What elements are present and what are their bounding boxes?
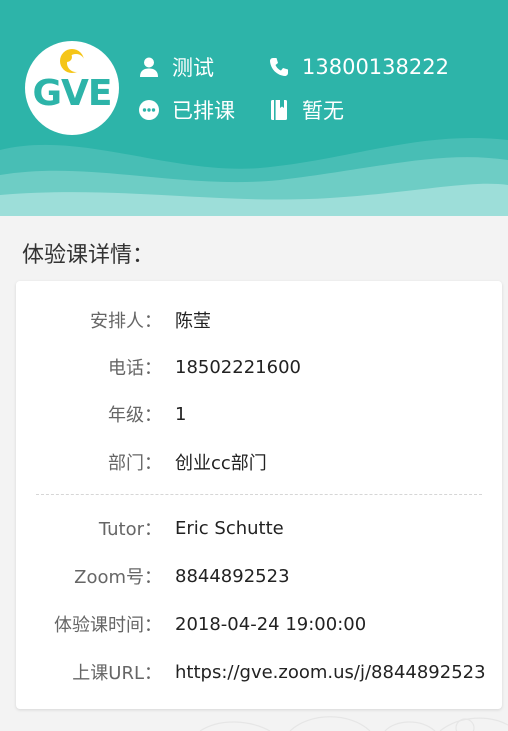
detail-row-class-url: 上课URL： https://gve.zoom.us/j/8844892523 <box>16 657 502 687</box>
detail-label: Zoom号： <box>74 567 162 588</box>
detail-row-tutor: Tutor： Eric Schutte <box>16 513 502 543</box>
detail-value: 2018-04-24 19:00:00 <box>175 613 367 635</box>
detail-label: 部门： <box>108 453 162 474</box>
detail-value: Eric Schutte <box>175 517 284 539</box>
detail-row-grade: 年级： 1 <box>16 399 502 429</box>
detail-value: 陈莹 <box>175 311 211 332</box>
section-title: 体验课详情： <box>22 243 155 268</box>
detail-label: Tutor： <box>98 519 162 540</box>
course-book: 暂无 <box>268 95 344 125</box>
detail-row-department: 部门： 创业cc部门 <box>16 447 502 477</box>
detail-label: 电话： <box>108 358 162 379</box>
schedule-status: 已排课 <box>138 95 235 125</box>
detail-value: 创业cc部门 <box>175 453 267 474</box>
section-divider <box>36 494 482 495</box>
logo-text: GVE <box>32 73 112 114</box>
detail-label: 上课URL： <box>72 663 162 684</box>
detail-value: 8844892523 <box>175 565 290 587</box>
course-book-text: 暂无 <box>302 99 344 123</box>
background-decoration <box>199 716 508 731</box>
detail-row-zoom-id: Zoom号： 8844892523 <box>16 561 502 591</box>
detail-row-arranger: 安排人： 陈莹 <box>16 305 502 335</box>
student-name: 测试 <box>138 52 214 82</box>
student-name-text: 测试 <box>172 56 214 80</box>
detail-label: 体验课时间： <box>54 615 162 636</box>
user-icon <box>138 56 160 78</box>
class-url-link[interactable]: https://gve.zoom.us/j/8844892523 <box>162 662 486 683</box>
chat-bubble-icon <box>138 99 160 121</box>
book-icon <box>268 99 290 121</box>
detail-row-class-time: 体验课时间： 2018-04-24 19:00:00 <box>16 609 502 639</box>
detail-row-phone: 电话： 18502221600 <box>16 352 502 382</box>
detail-label: 安排人： <box>90 311 162 332</box>
gve-logo: GVE <box>25 41 119 135</box>
phone-icon <box>268 56 290 78</box>
detail-label: 年级： <box>108 405 162 426</box>
detail-value: 18502221600 <box>175 356 301 378</box>
student-phone-text: 13800138222 <box>302 55 449 79</box>
trial-class-detail-card: 安排人： 陈莹 电话： 18502221600 年级： 1 部门： 创业cc部门… <box>16 281 502 709</box>
schedule-status-text: 已排课 <box>172 99 235 123</box>
profile-header: GVE 测试 13800138222 已排课 暂无 <box>0 0 508 216</box>
student-phone: 13800138222 <box>268 52 449 82</box>
detail-value: 1 <box>175 403 187 425</box>
